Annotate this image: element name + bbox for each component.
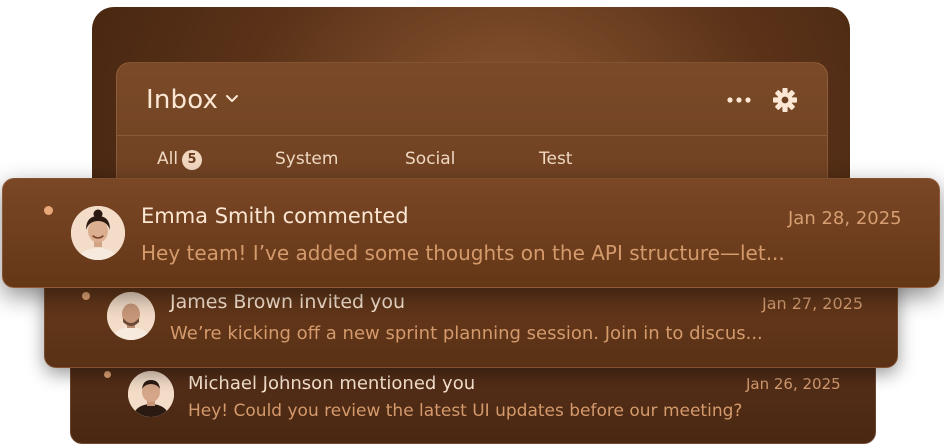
notification-preview: We’re kicking off a new sprint planning … [170,323,763,344]
tab-system[interactable]: System [275,149,338,169]
avatar [128,371,174,417]
tab-all-label: All [157,149,179,169]
notification-title: Emma Smith commented [141,204,409,228]
tab-test-label: Test [539,149,573,169]
unread-dot [104,371,111,378]
notification-preview: Hey! Could you review the latest UI upda… [188,401,743,421]
chevron-down-icon[interactable] [225,94,239,104]
avatar-michael-icon [128,371,174,417]
tab-system-label: System [275,149,339,169]
avatar-emma-icon [71,206,125,260]
more-horizontal-icon[interactable] [726,91,752,109]
inbox-title[interactable]: Inbox [146,85,218,115]
tab-test[interactable]: Test [539,149,572,169]
notification-preview: Hey team! I’ve added some thoughts on th… [141,241,785,265]
notification-date: Jan 28, 2025 [788,208,902,229]
unread-dot [44,206,53,215]
notification-item[interactable]: Emma Smith commented Jan 28, 2025 Hey te… [2,178,940,288]
notification-date: Jan 27, 2025 [762,294,863,313]
gear-icon[interactable] [772,87,798,113]
inbox-header: Inbox [117,63,827,136]
tab-social-label: Social [405,149,456,169]
notification-title: James Brown invited you [170,291,406,313]
avatar [107,292,155,340]
notification-title: Michael Johnson mentioned you [188,373,476,394]
unread-dot [82,292,90,300]
tab-all[interactable]: All 5 [157,149,203,170]
avatar-james-icon [107,292,155,340]
unread-count-badge: 5 [182,150,203,170]
notification-date: Jan 26, 2025 [746,375,841,393]
avatar [71,206,125,260]
tab-social[interactable]: Social [405,149,455,169]
